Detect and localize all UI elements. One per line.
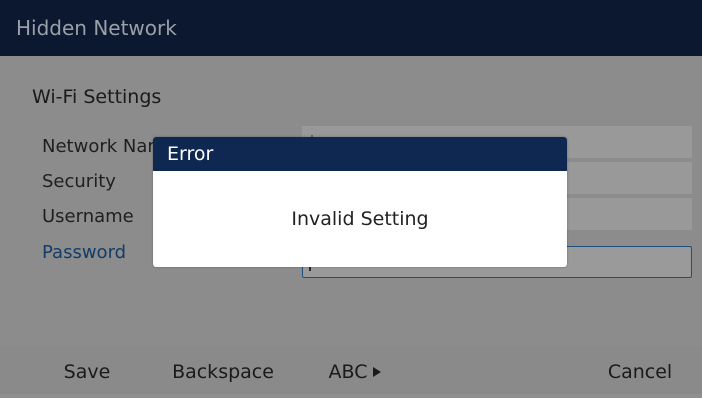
triangle-right-icon — [373, 367, 382, 377]
cancel-button[interactable]: Cancel — [590, 346, 690, 394]
backspace-button[interactable]: Backspace — [162, 346, 284, 394]
abc-input-mode-button[interactable]: ABC — [310, 346, 400, 394]
password-label: Password — [42, 242, 127, 263]
security-label: Security — [42, 171, 116, 192]
username-label: Username — [42, 206, 134, 227]
save-button[interactable]: Save — [40, 346, 134, 394]
dialog-message: Invalid Setting — [291, 208, 429, 230]
softkey-bar: Save Backspace ABC Cancel — [0, 346, 702, 394]
window-title: Hidden Network — [0, 0, 702, 56]
section-title: Wi-Fi Settings — [32, 86, 162, 108]
dialog-title: Error — [153, 137, 567, 171]
error-dialog: Error Invalid Setting — [153, 137, 567, 267]
abc-label: ABC — [328, 361, 368, 383]
